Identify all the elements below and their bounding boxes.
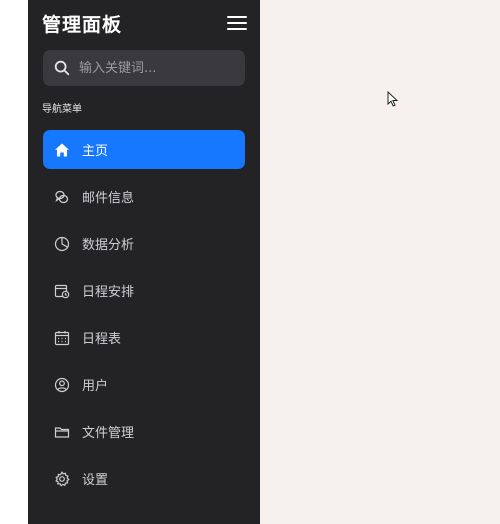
pie-chart-icon: [54, 236, 70, 252]
nav-item-home[interactable]: 主页: [43, 130, 245, 169]
nav-item-analytics[interactable]: 数据分析: [43, 224, 245, 263]
nav-section-label: 导航菜单: [42, 104, 82, 115]
home-icon: [54, 142, 70, 158]
schedule-icon: [54, 283, 70, 299]
left-margin: [0, 0, 28, 524]
menu-toggle-icon[interactable]: [227, 16, 247, 30]
search-icon: [54, 60, 70, 76]
nav-item-label: 用户: [82, 379, 109, 394]
app-title: 管理面板: [42, 13, 123, 36]
nav-menu: 主页 邮件信息 数据分析 日程安排 日程表 用户 文件管理 设置: [43, 130, 245, 506]
nav-item-label: 日程表: [82, 332, 122, 347]
mouse-cursor-icon: [387, 91, 399, 107]
nav-item-label: 设置: [82, 473, 109, 488]
sidebar-header: 管理面板: [42, 8, 247, 38]
nav-item-label: 文件管理: [82, 426, 135, 441]
gear-icon: [54, 470, 70, 487]
nav-item-settings[interactable]: 设置: [43, 459, 245, 498]
chat-bubbles-icon: [54, 189, 70, 205]
nav-item-label: 邮件信息: [82, 191, 135, 206]
nav-item-calendar[interactable]: 日程表: [43, 318, 245, 357]
search-input[interactable]: [77, 59, 231, 77]
nav-item-files[interactable]: 文件管理: [43, 412, 245, 451]
folder-icon: [54, 424, 70, 440]
nav-item-users[interactable]: 用户: [43, 365, 245, 404]
nav-item-mail[interactable]: 邮件信息: [43, 177, 245, 216]
user-icon: [54, 377, 70, 393]
nav-item-label: 主页: [82, 144, 109, 159]
sidebar: 管理面板 导航菜单 主页 邮件信息: [28, 0, 260, 524]
calendar-icon: [54, 330, 70, 346]
search-box[interactable]: [43, 50, 245, 86]
nav-item-label: 数据分析: [82, 238, 135, 253]
nav-item-schedule[interactable]: 日程安排: [43, 271, 245, 310]
nav-item-label: 日程安排: [82, 285, 135, 300]
